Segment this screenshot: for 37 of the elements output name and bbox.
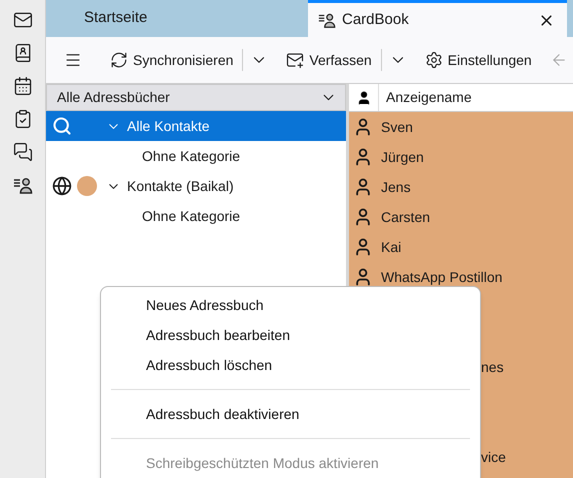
globe-icon bbox=[52, 176, 72, 196]
tree-item[interactable]: Alle Kontakte bbox=[46, 111, 346, 141]
contact-name[interactable]: vice bbox=[481, 446, 506, 468]
tree-item[interactable]: Ohne Kategorie bbox=[46, 141, 346, 171]
tab[interactable]: Startseite bbox=[46, 0, 308, 37]
search-icon bbox=[52, 116, 72, 136]
mail-plus-icon bbox=[286, 51, 304, 69]
menu-item[interactable]: Adressbuch deaktivieren bbox=[111, 399, 470, 429]
tab-label: CardBook bbox=[342, 10, 410, 30]
toolbar-button[interactable]: Einstellungen bbox=[422, 45, 534, 75]
sync-icon bbox=[110, 51, 128, 69]
menu-item[interactable]: Adressbuch löschen bbox=[111, 350, 470, 380]
toolbar-button[interactable]: Synchronisieren bbox=[108, 45, 236, 75]
contact-name[interactable]: Sven bbox=[381, 116, 413, 138]
contact-list-icon bbox=[318, 11, 336, 29]
contact-list-icon bbox=[12, 175, 32, 195]
address-book-icon[interactable] bbox=[12, 43, 32, 63]
address-book-dropdown[interactable]: Alle Adressbücher bbox=[46, 84, 346, 111]
clipboard-icon[interactable] bbox=[12, 109, 32, 129]
menu-icon[interactable] bbox=[64, 51, 82, 69]
contact-name[interactable]: WhatsApp Postillon bbox=[381, 266, 502, 288]
contact-name[interactable]: Carsten bbox=[381, 206, 430, 228]
gear-icon bbox=[424, 51, 443, 69]
contact-name[interactable]: Jens bbox=[381, 176, 411, 198]
tree-item[interactable]: Kontakte (Baikal) bbox=[46, 171, 346, 201]
menu-item[interactable]: Adressbuch bearbeiten bbox=[111, 320, 470, 350]
contact-name[interactable]: Kai bbox=[381, 236, 402, 258]
calendar-icon[interactable] bbox=[12, 76, 32, 96]
tab-label: Startseite bbox=[84, 8, 148, 28]
toolbar-button[interactable]: Verfassen bbox=[284, 45, 374, 75]
contact-name[interactable]: Jürgen bbox=[381, 146, 424, 168]
chat-icon[interactable] bbox=[12, 142, 32, 162]
tree-item[interactable]: Ohne Kategorie bbox=[46, 201, 346, 231]
tab[interactable]: CardBook bbox=[308, 0, 567, 37]
mail-icon[interactable] bbox=[12, 10, 32, 30]
contact-name[interactable]: nes bbox=[481, 356, 504, 378]
menu-item[interactable]: Neues Adressbuch bbox=[111, 290, 470, 320]
